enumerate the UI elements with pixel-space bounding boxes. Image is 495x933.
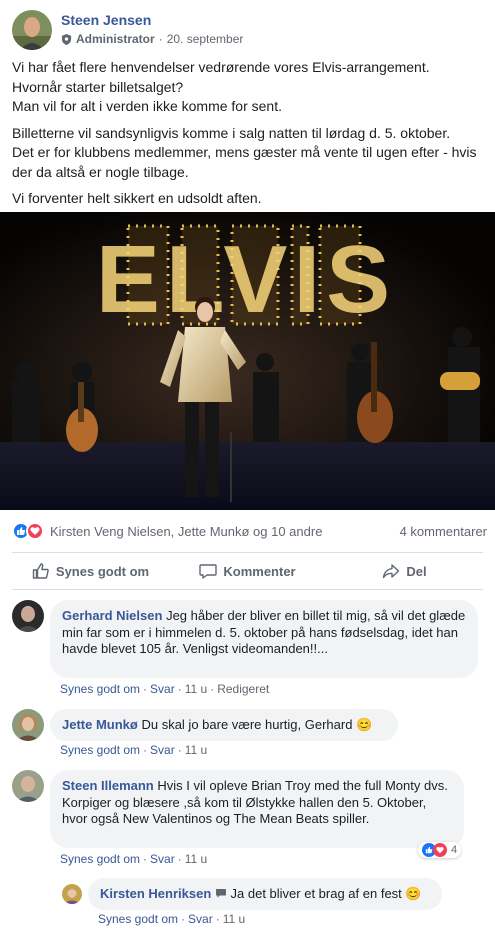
commenter-avatar[interactable] — [62, 884, 82, 904]
post-paragraph: Vi forventer helt sikkert en udsoldt aft… — [12, 190, 262, 206]
like-button-label: Synes godt om — [55, 563, 150, 579]
post-body: Vi har fået flere henvendelser vedrørend… — [12, 58, 484, 216]
comment-time[interactable]: 11 u — [185, 682, 207, 696]
comment-item: Jette Munkø Du skal jo bare være hurtig,… — [12, 709, 487, 759]
share-button[interactable]: Del — [326, 562, 483, 580]
comment-button-label: Kommenter — [223, 563, 296, 579]
commenter-name[interactable]: Kirsten Henriksen — [100, 886, 211, 901]
reactions-summary[interactable]: Kirsten Veng Nielsen, Jette Munkø og 10 … — [12, 520, 487, 542]
commenter-name[interactable]: Steen Illemann — [62, 778, 154, 793]
speech-bubble-icon — [215, 889, 226, 898]
comment-reply-link[interactable]: Svar — [150, 743, 175, 757]
comment-like-link[interactable]: Synes godt om — [98, 912, 178, 926]
reaction-names[interactable]: Kirsten Veng Nielsen, Jette Munkø og 10 … — [50, 524, 322, 539]
commenter-avatar[interactable] — [12, 770, 44, 802]
commenter-name[interactable]: Gerhard Nielsen — [62, 608, 162, 623]
comment-meta: Synes godt om · Svar · 11 u — [60, 852, 208, 866]
post-actions: Synes godt om Kommenter Del — [12, 552, 483, 590]
comment-like-link[interactable]: Synes godt om — [60, 682, 140, 696]
speech-bubble-icon — [199, 564, 218, 579]
post-meta: Administrator · 20. september — [61, 32, 243, 46]
comment-meta: Synes godt om · Svar · 11 u · Redigeret — [60, 682, 270, 696]
share-button-label: Del — [406, 563, 427, 579]
comment-button[interactable]: Kommenter — [169, 562, 326, 580]
comment-bubble: Gerhard Nielsen Jeg håber der bliver en … — [50, 600, 478, 678]
commenter-avatar[interactable] — [12, 709, 44, 741]
meta-separator: · — [158, 32, 163, 46]
comments-count[interactable]: 4 kommentarer — [400, 524, 487, 539]
author-avatar[interactable] — [12, 10, 52, 50]
comment-reply-link[interactable]: Svar — [150, 682, 175, 696]
comment-like-link[interactable]: Synes godt om — [60, 743, 140, 757]
comment-item: Gerhard Nielsen Jeg håber der bliver en … — [12, 600, 487, 698]
comment-time[interactable]: 11 u — [223, 912, 245, 926]
post-paragraph: Vi har fået flere henvendelser vedrørend… — [12, 59, 430, 114]
elvis-sign: ELVIS — [96, 226, 396, 333]
post-photo[interactable]: ELVIS — [0, 212, 495, 510]
reply-item: Kirsten Henriksen Ja det bliver et brag … — [62, 878, 482, 928]
comment-meta: Synes godt om · Svar · 11 u — [98, 912, 246, 926]
comment-time[interactable]: 11 u — [185, 852, 207, 866]
admin-role-label: Administrator — [76, 32, 155, 46]
love-reaction-icon — [433, 843, 447, 857]
comment-reaction-count: 4 — [451, 844, 458, 856]
comment-reply-link[interactable]: Svar — [188, 912, 213, 926]
comment-reply-link[interactable]: Svar — [150, 852, 175, 866]
commenter-name[interactable]: Jette Munkø — [62, 717, 138, 732]
comment-bubble: Kirsten Henriksen Ja det bliver et brag … — [88, 878, 442, 910]
post-paragraph: Billetterne vil sandsynligvis komme i sa… — [12, 124, 477, 180]
shield-icon — [61, 33, 72, 45]
love-reaction-icon — [26, 522, 44, 540]
comment-reaction-badge[interactable]: 4 — [418, 842, 462, 858]
commenter-avatar[interactable] — [12, 600, 44, 632]
author-name[interactable]: Steen Jensen — [61, 12, 151, 28]
post-date[interactable]: 20. september — [167, 32, 244, 46]
post-header: Steen Jensen Administrator · 20. septemb… — [12, 10, 482, 50]
comment-bubble: Steen Illemann Hvis I vil opleve Brian T… — [50, 770, 464, 848]
comment-meta: Synes godt om · Svar · 11 u — [60, 743, 208, 757]
like-button[interactable]: Synes godt om — [12, 562, 169, 580]
comment-bubble: Jette Munkø Du skal jo bare være hurtig,… — [50, 709, 398, 741]
comment-item: Steen Illemann Hvis I vil opleve Brian T… — [12, 770, 487, 868]
share-arrow-icon — [383, 564, 400, 579]
comment-text: Du skal jo bare være hurtig, Gerhard 😊 — [141, 717, 373, 732]
comment-time[interactable]: 11 u — [185, 743, 207, 757]
thumbs-up-icon — [32, 563, 49, 579]
comment-text: Ja det bliver et brag af en fest 😊 — [230, 886, 422, 901]
comment-like-link[interactable]: Synes godt om — [60, 852, 140, 866]
comment-edited-label[interactable]: Redigeret — [217, 682, 269, 696]
reaction-icons — [12, 522, 44, 540]
